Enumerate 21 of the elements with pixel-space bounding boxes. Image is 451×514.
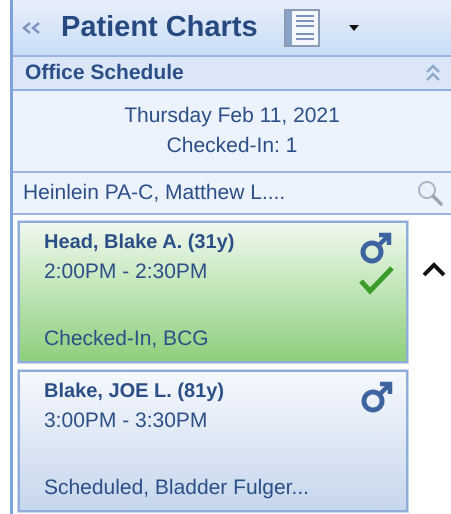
list-view-icon[interactable]	[284, 8, 320, 46]
caret-up-icon[interactable]	[422, 261, 446, 277]
appointment-status: Checked-In, BCG	[44, 327, 210, 351]
appointment-status: Scheduled, Bladder Fulger...	[44, 476, 310, 500]
dropdown-caret-icon[interactable]	[348, 24, 360, 32]
patient-name: Blake, JOE L. (81y)	[44, 380, 226, 403]
patient-name: Head, Blake A. (31y)	[44, 231, 234, 254]
provider-name[interactable]: Heinlein PA-C, Matthew L....	[23, 181, 286, 205]
appointment-time: 2:00PM - 2:30PM	[44, 260, 208, 284]
appointment-time: 3:00PM - 3:30PM	[44, 409, 208, 433]
appointment-card[interactable]: Blake, JOE L. (81y) 3:00PM - 3:30PM Scheduled, Bladder Fulger...	[18, 370, 408, 512]
search-icon[interactable]	[417, 180, 443, 206]
schedule-date: Thursday Feb 11, 2021	[124, 104, 340, 128]
male-symbol-icon	[359, 231, 393, 265]
pane-title: Patient Charts	[61, 11, 258, 44]
checked-in-count: Checked-In: 1	[166, 134, 298, 158]
section-title: Office Schedule	[25, 61, 184, 85]
appointment-card[interactable]: Head, Blake A. (31y) 2:00PM - 2:30PM Checked-In, BCG	[18, 221, 408, 363]
collapse-up-icon[interactable]	[425, 64, 441, 82]
male-symbol-icon	[360, 380, 394, 414]
checkmark-icon	[358, 265, 394, 295]
